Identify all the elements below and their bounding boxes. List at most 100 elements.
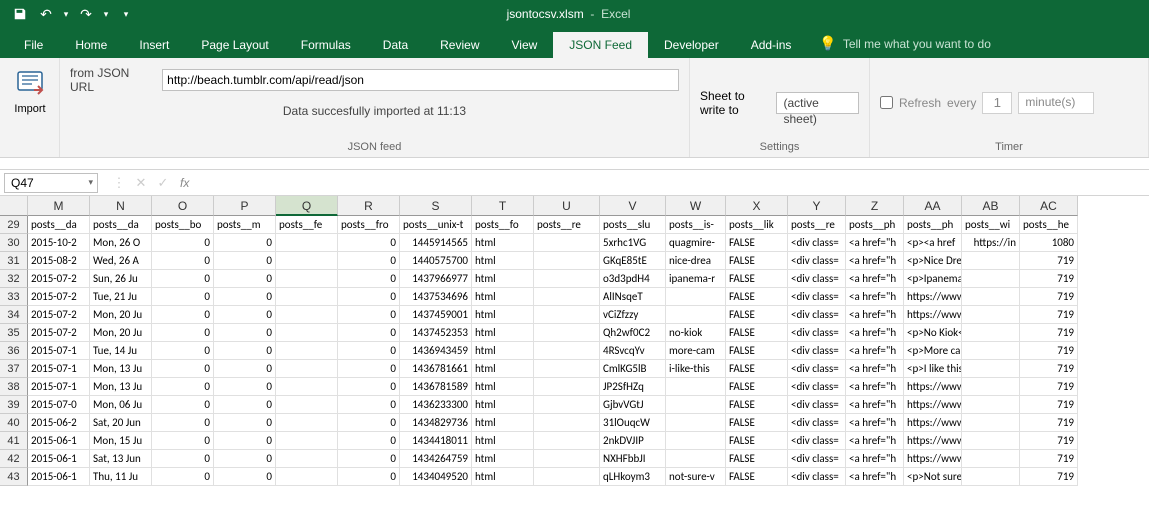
data-cell[interactable]: 0 — [214, 468, 276, 486]
data-cell[interactable]: 4RSvcqYv — [600, 342, 666, 360]
data-cell[interactable]: 1445914565 — [400, 234, 472, 252]
data-cell[interactable]: i-like-this — [666, 360, 726, 378]
data-cell[interactable] — [534, 450, 600, 468]
data-cell[interactable]: https://www.tumblr. — [904, 378, 962, 396]
data-cell[interactable] — [666, 396, 726, 414]
data-cell[interactable] — [276, 234, 338, 252]
data-cell[interactable]: 2015-07-2 — [28, 288, 90, 306]
data-cell[interactable]: 2015-07-2 — [28, 324, 90, 342]
data-cell[interactable]: <a href="h — [846, 360, 904, 378]
data-cell[interactable] — [962, 252, 1020, 270]
data-cell[interactable]: 1434049520 — [400, 468, 472, 486]
data-cell[interactable]: FALSE — [726, 234, 788, 252]
data-cell[interactable]: 0 — [152, 468, 214, 486]
column-header[interactable]: AA — [904, 196, 962, 216]
tab-page-layout[interactable]: Page Layout — [185, 32, 284, 58]
data-cell[interactable] — [534, 360, 600, 378]
select-all-corner[interactable] — [0, 196, 28, 216]
refresh-unit-select[interactable]: minute(s) — [1018, 92, 1094, 114]
data-cell[interactable]: 719 — [1020, 360, 1078, 378]
data-cell[interactable]: 719 — [1020, 396, 1078, 414]
data-cell[interactable]: html — [472, 450, 534, 468]
data-cell[interactable]: FALSE — [726, 468, 788, 486]
data-cell[interactable] — [666, 432, 726, 450]
data-cell[interactable]: AlINsqeT — [600, 288, 666, 306]
data-cell[interactable]: FALSE — [726, 396, 788, 414]
data-cell[interactable] — [276, 468, 338, 486]
data-cell[interactable]: 0 — [338, 396, 400, 414]
data-cell[interactable]: html — [472, 468, 534, 486]
column-header[interactable]: R — [338, 196, 400, 216]
row-header[interactable]: 41 — [0, 432, 28, 450]
data-cell[interactable]: 719 — [1020, 288, 1078, 306]
data-cell[interactable]: no-kiok — [666, 324, 726, 342]
data-cell[interactable]: 719 — [1020, 252, 1078, 270]
data-cell[interactable]: Wed, 26 A — [90, 252, 152, 270]
data-cell[interactable]: 0 — [214, 432, 276, 450]
data-cell[interactable] — [962, 270, 1020, 288]
data-cell[interactable]: FALSE — [726, 342, 788, 360]
data-cell[interactable]: <p>No Kiok</p> — [904, 324, 962, 342]
data-cell[interactable]: 2015-07-2 — [28, 306, 90, 324]
data-cell[interactable] — [534, 306, 600, 324]
data-cell[interactable] — [962, 396, 1020, 414]
data-cell[interactable] — [962, 450, 1020, 468]
data-cell[interactable]: 2015-07-0 — [28, 396, 90, 414]
data-cell[interactable]: html — [472, 306, 534, 324]
data-cell[interactable]: <a href="h — [846, 270, 904, 288]
data-cell[interactable]: <a href="h — [846, 450, 904, 468]
data-cell[interactable]: <a href="h — [846, 468, 904, 486]
data-cell[interactable]: 719 — [1020, 378, 1078, 396]
data-cell[interactable]: <div class= — [788, 234, 846, 252]
column-header[interactable]: U — [534, 196, 600, 216]
header-cell[interactable]: posts__fro — [338, 216, 400, 234]
data-cell[interactable]: 0 — [152, 234, 214, 252]
row-header[interactable]: 32 — [0, 270, 28, 288]
redo-dropdown-icon[interactable]: ▾ — [100, 3, 112, 25]
data-cell[interactable]: 0 — [338, 432, 400, 450]
data-cell[interactable]: 2015-10-2 — [28, 234, 90, 252]
data-cell[interactable]: 0 — [214, 414, 276, 432]
column-header[interactable]: S — [400, 196, 472, 216]
data-cell[interactable]: GKqE85tE — [600, 252, 666, 270]
name-box[interactable]: Q47 ▾ — [4, 173, 98, 193]
data-cell[interactable]: html — [472, 414, 534, 432]
header-cell[interactable]: posts__fo — [472, 216, 534, 234]
data-cell[interactable]: <p>More camels. I g — [904, 342, 962, 360]
data-cell[interactable]: Sun, 26 Ju — [90, 270, 152, 288]
refresh-interval-input[interactable] — [982, 92, 1012, 114]
data-cell[interactable]: <a href="h — [846, 432, 904, 450]
data-cell[interactable]: https://www.tumblr. — [904, 432, 962, 450]
data-cell[interactable]: 2nkDVJIP — [600, 432, 666, 450]
data-cell[interactable]: FALSE — [726, 288, 788, 306]
data-cell[interactable] — [276, 450, 338, 468]
data-cell[interactable] — [962, 468, 1020, 486]
data-cell[interactable]: Qh2wf0C2 — [600, 324, 666, 342]
data-cell[interactable] — [666, 288, 726, 306]
data-cell[interactable]: Thu, 11 Ju — [90, 468, 152, 486]
data-cell[interactable] — [276, 288, 338, 306]
data-cell[interactable]: 0 — [152, 432, 214, 450]
data-cell[interactable]: 0 — [152, 378, 214, 396]
data-cell[interactable]: 2015-07-2 — [28, 270, 90, 288]
data-cell[interactable]: 1080 — [1020, 234, 1078, 252]
chevron-down-icon[interactable]: ▾ — [88, 177, 93, 188]
tab-data[interactable]: Data — [367, 32, 424, 58]
data-cell[interactable]: Sat, 13 Jun — [90, 450, 152, 468]
data-cell[interactable]: FALSE — [726, 378, 788, 396]
undo-icon[interactable]: ↶ — [34, 3, 58, 25]
data-cell[interactable]: <a href="h — [846, 414, 904, 432]
data-cell[interactable]: 2015-07-1 — [28, 342, 90, 360]
data-cell[interactable] — [962, 414, 1020, 432]
data-cell[interactable]: Tue, 21 Ju — [90, 288, 152, 306]
data-cell[interactable]: CmlKG5lB — [600, 360, 666, 378]
data-cell[interactable]: 0 — [152, 414, 214, 432]
data-cell[interactable]: <a href="h — [846, 342, 904, 360]
data-cell[interactable]: 0 — [338, 468, 400, 486]
row-header[interactable]: 42 — [0, 450, 28, 468]
column-header[interactable]: W — [666, 196, 726, 216]
data-cell[interactable]: 5xrhc1VG — [600, 234, 666, 252]
data-cell[interactable]: 719 — [1020, 450, 1078, 468]
data-cell[interactable]: <a href="h — [846, 324, 904, 342]
data-cell[interactable]: 719 — [1020, 270, 1078, 288]
